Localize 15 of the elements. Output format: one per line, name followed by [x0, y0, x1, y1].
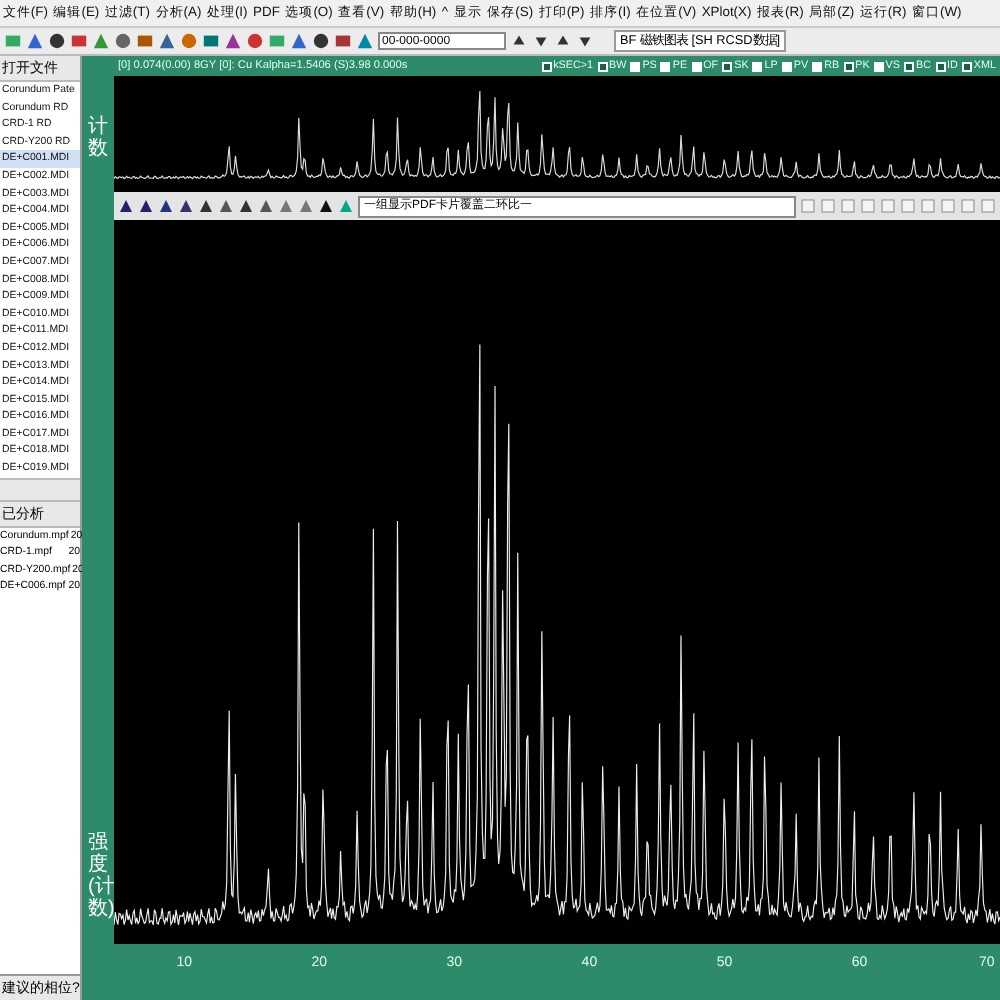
checkbox[interactable] — [660, 61, 671, 71]
checkbox[interactable] — [961, 61, 972, 71]
checkbox[interactable] — [812, 61, 823, 71]
checkbox[interactable] — [904, 61, 914, 71]
axis-label: 计数 — [88, 116, 108, 160]
checkbox[interactable] — [781, 61, 792, 71]
checkbox[interactable] — [873, 61, 884, 71]
checkbox[interactable] — [597, 61, 607, 71]
checkbox[interactable] — [843, 61, 854, 71]
checkbox[interactable] — [752, 61, 763, 71]
checkbox[interactable] — [691, 61, 702, 71]
checkbox[interactable] — [935, 61, 945, 71]
checkbox[interactable] — [541, 61, 552, 71]
checkbox[interactable] — [722, 61, 733, 71]
checkbox[interactable] — [630, 61, 641, 71]
